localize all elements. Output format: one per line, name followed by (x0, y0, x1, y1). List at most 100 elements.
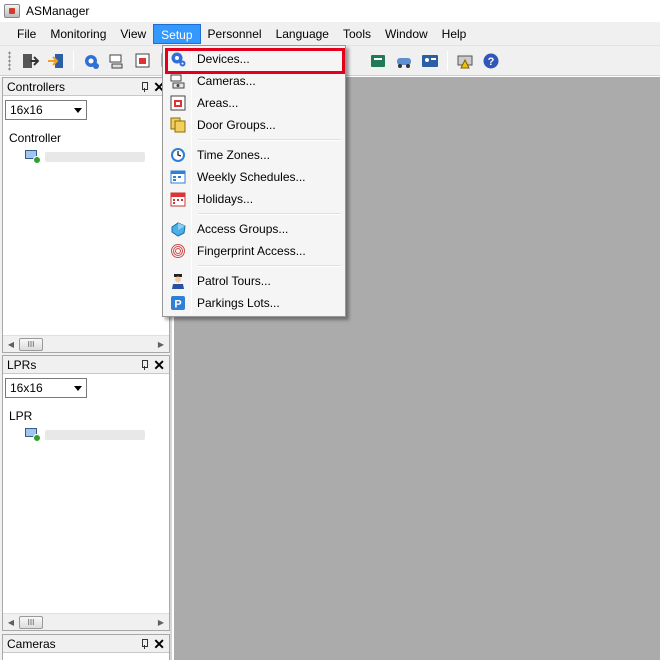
app-icon (4, 4, 20, 18)
menu-item-patrol-tours[interactable]: Patrol Tours... (165, 270, 343, 292)
svg-text:P: P (174, 299, 181, 311)
toolbar-grip[interactable] (8, 50, 11, 71)
menu-view[interactable]: View (113, 24, 153, 44)
grid-size-value: 16x16 (10, 381, 43, 395)
menu-label: Time Zones... (197, 148, 270, 162)
menu-separator (165, 210, 343, 218)
menu-label: Weekly Schedules... (197, 170, 306, 184)
grid-size-select[interactable]: 16x16 (5, 378, 87, 398)
lpr-online-icon (25, 428, 41, 442)
menu-separator (165, 136, 343, 144)
title-bar: ASManager (0, 0, 660, 22)
scroll-thumb[interactable]: III (19, 337, 43, 351)
close-icon[interactable]: ✕ (153, 358, 165, 372)
menu-tools[interactable]: Tools (336, 24, 378, 44)
menu-item-time-zones[interactable]: Time Zones... (165, 144, 343, 166)
menu-file[interactable]: File (10, 24, 43, 44)
exit-icon[interactable] (19, 50, 41, 72)
panel-header: Cameras ✕ (3, 635, 169, 653)
pin-icon[interactable] (140, 81, 149, 92)
tree-item[interactable] (3, 426, 169, 444)
menu-bar: File Monitoring View Setup Personnel Lan… (0, 22, 660, 46)
scroll-right-icon[interactable]: ▶ (153, 614, 169, 630)
vehicle-icon[interactable] (393, 50, 415, 72)
menu-window[interactable]: Window (378, 24, 435, 44)
chevron-down-icon (74, 107, 82, 113)
menu-setup[interactable]: Setup (153, 23, 201, 44)
chevron-down-icon (74, 385, 82, 391)
menu-item-devices[interactable]: Devices... (165, 48, 345, 74)
panel-title: Cameras (7, 636, 56, 651)
close-icon[interactable]: ✕ (153, 637, 165, 651)
cameras-panel: Cameras ✕ (2, 634, 170, 660)
scroll-left-icon[interactable]: ◀ (3, 336, 19, 352)
left-dock: Controllers ✕ 16x16 Controller ◀ III ▶ L… (0, 77, 172, 660)
redacted-name (45, 430, 145, 440)
menu-item-parking-lots[interactable]: P Parkings Lots... (165, 292, 343, 314)
menu-item-access-groups[interactable]: Access Groups... (165, 218, 343, 240)
horizontal-scrollbar[interactable]: ◀ III ▶ (3, 613, 169, 630)
controller-online-icon (25, 150, 41, 164)
scroll-thumb[interactable]: III (19, 615, 43, 629)
menu-item-areas[interactable]: Areas... (165, 92, 343, 114)
pin-icon[interactable] (140, 359, 149, 370)
menu-item-holidays[interactable]: Holidays... (165, 188, 343, 210)
menu-item-cameras[interactable]: Cameras... (165, 70, 343, 92)
window-title: ASManager (26, 4, 90, 18)
panel-header: LPRs ✕ (3, 356, 169, 374)
redacted-name (45, 152, 145, 162)
areas-icon (170, 95, 186, 111)
panel-header: Controllers ✕ (3, 78, 169, 96)
toolbar-separator (447, 50, 448, 71)
guard-icon (170, 273, 186, 289)
door-groups-icon (170, 117, 186, 133)
menu-monitoring[interactable]: Monitoring (43, 24, 113, 44)
menu-label: Access Groups... (197, 222, 289, 236)
calendar-icon (170, 191, 186, 207)
panel-title: Controllers (7, 79, 66, 94)
column-header[interactable]: Controller (3, 128, 169, 148)
setup-menu-dropdown: Devices... Cameras... Areas... Door Grou… (162, 45, 346, 317)
cameras-icon[interactable] (106, 50, 128, 72)
login-icon[interactable] (45, 50, 67, 72)
parking-icon: P (170, 295, 186, 311)
lprs-panel: LPRs ✕ 16x16 LPR ◀ III ▶ (2, 355, 170, 631)
id-card-icon[interactable] (419, 50, 441, 72)
menu-label: Fingerprint Access... (197, 244, 306, 258)
menu-label: Parkings Lots... (197, 296, 280, 310)
panel-title: LPRs (7, 357, 37, 372)
menu-personnel[interactable]: Personnel (201, 24, 269, 44)
scroll-left-icon[interactable]: ◀ (3, 614, 19, 630)
menu-item-weekly-schedules[interactable]: Weekly Schedules... (165, 166, 343, 188)
controllers-panel: Controllers ✕ 16x16 Controller ◀ III ▶ (2, 77, 170, 353)
alarm-icon[interactable] (454, 50, 476, 72)
menu-label: Areas... (197, 96, 239, 110)
tree-item[interactable] (3, 148, 169, 166)
cameras-icon (170, 73, 186, 89)
scroll-track[interactable] (43, 615, 153, 630)
scroll-right-icon[interactable]: ▶ (153, 336, 169, 352)
scroll-track[interactable] (43, 337, 153, 352)
fingerprint-icon (170, 243, 186, 259)
help-icon[interactable]: ? (480, 50, 502, 72)
horizontal-scrollbar[interactable]: ◀ III ▶ (3, 335, 169, 352)
menu-label: Holidays... (197, 192, 254, 206)
cardholder-icon[interactable] (367, 50, 389, 72)
menu-language[interactable]: Language (269, 24, 336, 44)
menu-label: Cameras... (197, 74, 256, 88)
menu-help[interactable]: Help (435, 24, 474, 44)
column-header[interactable]: LPR (3, 406, 169, 426)
menu-label: Patrol Tours... (197, 274, 271, 288)
grid-size-value: 16x16 (10, 103, 43, 117)
weekly-schedule-icon (170, 169, 186, 185)
menu-label: Door Groups... (197, 118, 276, 132)
areas-icon[interactable] (132, 50, 154, 72)
pin-icon[interactable] (140, 638, 149, 649)
access-group-icon (170, 221, 186, 237)
svg-text:?: ? (488, 56, 495, 68)
menu-item-fingerprint-access[interactable]: Fingerprint Access... (165, 240, 343, 262)
toolbar-separator (73, 50, 74, 71)
devices-icon[interactable] (80, 50, 102, 72)
menu-item-door-groups[interactable]: Door Groups... (165, 114, 343, 136)
grid-size-select[interactable]: 16x16 (5, 100, 87, 120)
